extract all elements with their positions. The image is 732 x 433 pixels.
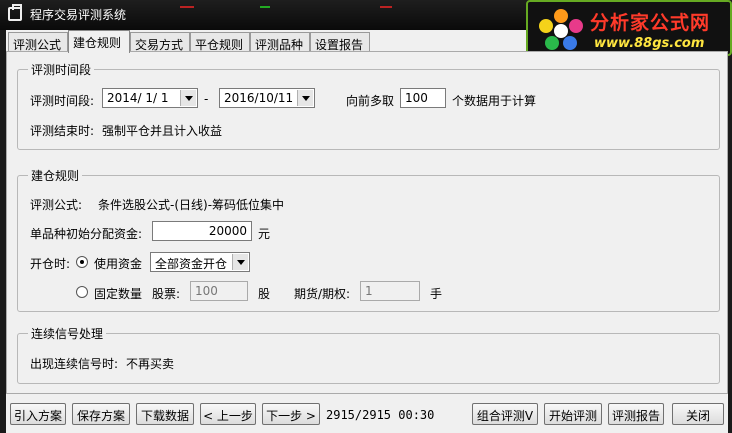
tab-build-rules[interactable]: 建仓规则 xyxy=(68,30,130,53)
period-label: 评测时间段: xyxy=(30,94,95,108)
build-group: 建仓规则 评测公式: 条件选股公式-(日线)-筹码低位集中 单品种初始分配资金:… xyxy=(17,167,720,312)
funds-mode-select[interactable]: 全部资金开仓 xyxy=(150,252,250,272)
end-label: 评测结束时: xyxy=(30,124,95,138)
fixed-qty-radio[interactable] xyxy=(76,286,88,298)
chevron-down-icon[interactable] xyxy=(297,90,313,106)
logo-url: www.88gs.com xyxy=(594,36,705,51)
chart-deco xyxy=(380,6,392,8)
eval-report-button[interactable]: 评测报告 xyxy=(608,403,664,425)
capital-input[interactable]: 20000 xyxy=(152,221,252,241)
end-date-picker[interactable]: 2016/10/11 xyxy=(219,88,315,108)
futures-label: 期货/期权: xyxy=(294,287,351,301)
formula-label: 评测公式: xyxy=(30,198,83,212)
stock-qty-input[interactable]: 100 xyxy=(190,281,248,301)
stock-unit: 股 xyxy=(258,287,271,301)
tab-formula[interactable]: 评测公式 xyxy=(8,32,68,52)
combo-eval-button[interactable]: 组合评测V xyxy=(472,403,538,425)
lookback-label: 向前多取 xyxy=(346,94,395,108)
build-group-label: 建仓规则 xyxy=(28,167,83,184)
signal-value: 不再买卖 xyxy=(126,357,175,371)
tab-close-rules[interactable]: 平仓规则 xyxy=(190,32,250,52)
download-data-button[interactable]: 下载数据 xyxy=(136,403,194,425)
start-date-value: 2014/ 1/ 1 xyxy=(107,91,169,105)
signal-label: 出现连续信号时: xyxy=(30,357,119,371)
futures-unit: 手 xyxy=(430,287,443,301)
date-dash: - xyxy=(204,92,209,106)
stock-label: 股票: xyxy=(152,287,181,301)
app-icon xyxy=(8,4,22,21)
logo-text: 分析家公式网 xyxy=(590,12,711,34)
signal-group: 连续信号处理 出现连续信号时: 不再买卖 xyxy=(17,325,720,384)
formula-value: 条件选股公式-(日线)-筹码低位集中 xyxy=(98,198,285,212)
fixed-qty-label: 固定数量 xyxy=(94,287,143,301)
capital-unit: 元 xyxy=(258,227,271,241)
prev-step-button[interactable]: < 上一步 xyxy=(200,403,256,425)
period-group-label: 评测时间段 xyxy=(28,61,95,78)
import-scheme-button[interactable]: 引入方案 xyxy=(10,403,66,425)
next-step-button[interactable]: 下一步 > xyxy=(262,403,320,425)
futures-qty-input[interactable]: 1 xyxy=(360,281,420,301)
window-title: 程序交易评测系统 xyxy=(30,8,127,22)
tab-trade-mode[interactable]: 交易方式 xyxy=(130,32,190,52)
save-scheme-button[interactable]: 保存方案 xyxy=(72,403,130,425)
tab-instruments[interactable]: 评测品种 xyxy=(250,32,310,52)
tab-panel: 评测时间段 评测时间段: 2014/ 1/ 1 - 2016/10/11 向前多… xyxy=(6,51,728,394)
chevron-down-icon[interactable] xyxy=(180,90,196,106)
use-funds-label: 使用资金 xyxy=(94,257,143,271)
start-date-picker[interactable]: 2014/ 1/ 1 xyxy=(102,88,198,108)
use-funds-radio[interactable] xyxy=(76,256,88,268)
funds-mode-value: 全部资金开仓 xyxy=(155,257,228,271)
lookback-input[interactable]: 100 xyxy=(400,88,446,108)
tab-report-settings[interactable]: 设置报告 xyxy=(310,32,370,52)
progress-status: 2915/2915 00:30 xyxy=(326,408,435,422)
site-logo: 分析家公式网 www.88gs.com xyxy=(526,0,732,56)
chart-deco xyxy=(260,6,270,8)
open-label: 开仓时: xyxy=(30,257,71,271)
chart-deco xyxy=(180,6,194,8)
close-button[interactable]: 关闭 xyxy=(672,403,724,425)
start-eval-button[interactable]: 开始评测 xyxy=(544,403,602,425)
window-edge-right xyxy=(728,30,732,433)
end-value: 强制平仓并且计入收益 xyxy=(102,124,223,138)
flower-logo-icon xyxy=(539,9,583,50)
end-date-value: 2016/10/11 xyxy=(224,91,294,105)
period-group: 评测时间段 评测时间段: 2014/ 1/ 1 - 2016/10/11 向前多… xyxy=(17,61,720,150)
lookback-suffix: 个数据用于计算 xyxy=(452,94,537,108)
signal-group-label: 连续信号处理 xyxy=(28,325,107,342)
capital-label: 单品种初始分配资金: xyxy=(30,227,143,241)
chevron-down-icon[interactable] xyxy=(232,254,248,270)
